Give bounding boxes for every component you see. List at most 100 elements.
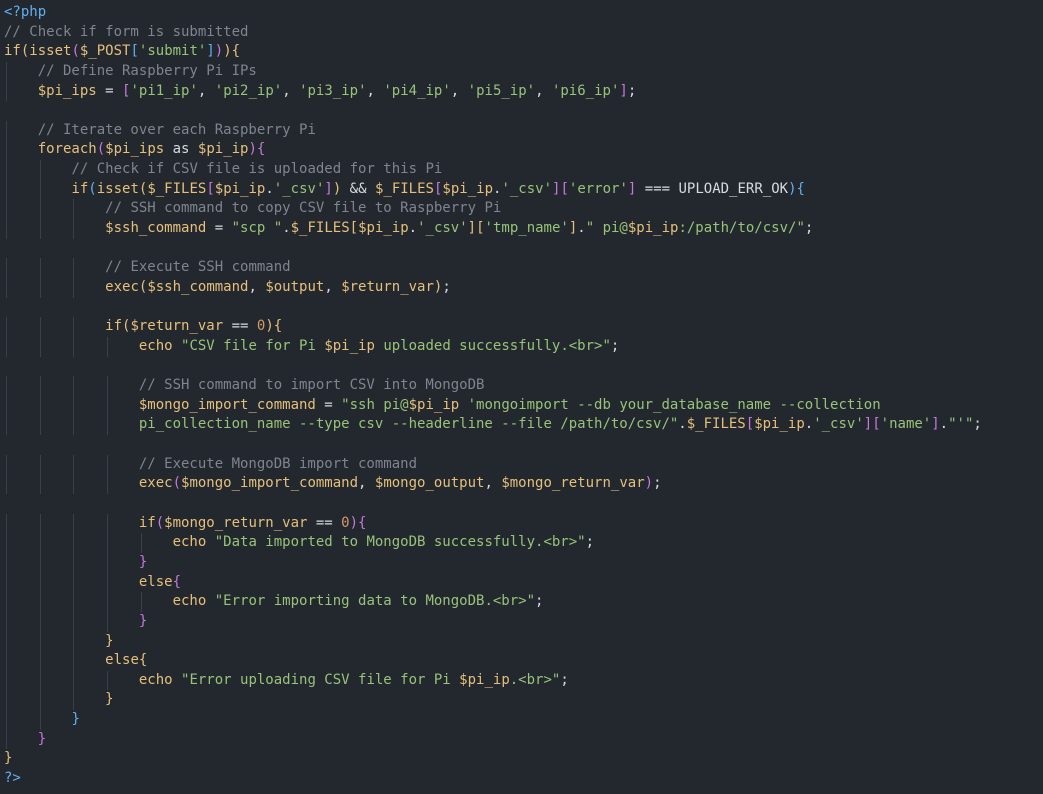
indent-guide — [73, 690, 75, 711]
code-token: ] — [931, 416, 940, 433]
code-token: echo — [138, 671, 173, 688]
code-line: // Iterate over each Raspberry Pi — [0, 120, 1043, 141]
code-token: ( — [172, 475, 182, 492]
code-token: $ssh_command — [147, 278, 249, 295]
code-token: 'mongoimport --db your_database_name --c… — [459, 396, 881, 413]
code-token: $pi_ips — [37, 82, 97, 99]
code-line: if(isset($_FILES[$pi_ip.'_csv']) && $_FI… — [0, 179, 1043, 200]
code-token: $mongo_import_command — [181, 475, 359, 492]
code-line: else{ — [0, 651, 1043, 671]
code-token: if — [4, 43, 21, 60]
code-token: === UPLOAD_ERR_OK — [636, 180, 789, 197]
indent-guide — [73, 513, 75, 534]
indent-guide — [73, 552, 75, 573]
code-line: echo "Data imported to MongoDB successfu… — [0, 533, 1043, 553]
code-token: . — [408, 220, 418, 237]
code-token: { — [231, 43, 241, 60]
code-line: echo "Error uploading CSV file for Pi $p… — [0, 670, 1043, 691]
indent-guide — [6, 336, 7, 357]
indent-guide — [6, 395, 7, 416]
indent-guide — [140, 533, 142, 553]
code-token: $pi_ip — [197, 141, 249, 158]
code-token: "ssh pi@ — [341, 396, 409, 413]
code-token: ) — [349, 514, 359, 531]
code-line: echo "Error importing data to MongoDB.<b… — [0, 592, 1043, 612]
code-token: $pi_ip — [358, 220, 409, 237]
code-token: ; — [535, 593, 544, 610]
code-line: // SSH command to copy CSV file to Raspb… — [0, 199, 1043, 220]
code-token: // Execute MongoDB import command — [138, 455, 418, 472]
indent-guide — [6, 631, 7, 652]
code-token: [ — [745, 416, 755, 433]
indent-guide — [107, 552, 109, 573]
code-token: { — [138, 652, 148, 669]
code-line: } — [0, 749, 1043, 769]
code-token: ) — [644, 475, 654, 492]
code-token: } — [71, 711, 80, 728]
code-token: foreach — [37, 141, 97, 158]
code-token: [ — [206, 180, 215, 197]
indent-guide — [73, 219, 75, 239]
indent-guide — [6, 199, 7, 220]
indent-guide — [73, 415, 75, 436]
indent-guide — [6, 258, 7, 278]
code-token: 'pi5_ip' — [467, 82, 536, 99]
indent-guide — [73, 395, 75, 416]
code-token: = — [315, 396, 342, 413]
code-line: if($mongo_return_var == 0){ — [0, 513, 1043, 534]
code-token: $pi_ip — [754, 416, 805, 433]
indent-guide — [6, 572, 7, 593]
code-line: <?php — [0, 3, 1043, 23]
indent-guide — [39, 454, 41, 475]
code-token: $ssh_command — [105, 220, 207, 237]
code-token: $mongo_return_var — [501, 475, 645, 492]
code-line: exec($ssh_command, $output, $return_var)… — [0, 277, 1043, 298]
code-token: 'pi6_ip' — [551, 82, 620, 99]
indent-guide — [6, 651, 7, 671]
code-token: "CSV file for Pi — [181, 337, 325, 354]
indent-guide — [6, 415, 7, 436]
code-token: '_csv' — [273, 180, 325, 197]
code-token: "'" — [948, 416, 974, 433]
code-editor[interactable]: <?php// Check if form is submitted if(iss… — [0, 0, 1043, 794]
code-token: ] — [206, 43, 215, 60]
indent-guide — [73, 572, 75, 593]
code-token: $pi_ip — [459, 671, 510, 688]
code-token: } — [138, 553, 148, 570]
indent-guide — [107, 376, 109, 396]
code-token: $_FILES — [290, 220, 350, 237]
indent-guide — [6, 376, 7, 396]
code-token: ] — [467, 220, 477, 237]
code-token: if — [138, 514, 156, 531]
indent-guide — [6, 120, 7, 141]
code-token: 'pi3_ip' — [299, 82, 367, 99]
code-token: , — [484, 475, 502, 492]
indent-guide — [39, 670, 41, 691]
indent-guide — [39, 395, 41, 416]
indent-guide — [39, 710, 41, 730]
code-line: pi_collection_name --type csv --headerli… — [0, 415, 1043, 436]
code-token: .<br>" — [509, 671, 561, 688]
code-token: // Define Raspberry Pi IPs — [37, 62, 257, 79]
code-token: $return_var — [341, 278, 434, 295]
code-token: ; — [560, 671, 569, 688]
code-token: . — [678, 416, 687, 433]
indent-guide — [39, 611, 41, 632]
indent-guide — [39, 317, 41, 337]
code-content[interactable]: <?php// Check if form is submitted if(iss… — [0, 3, 1043, 789]
code-token: , — [197, 82, 215, 99]
code-token: ) — [788, 180, 797, 197]
